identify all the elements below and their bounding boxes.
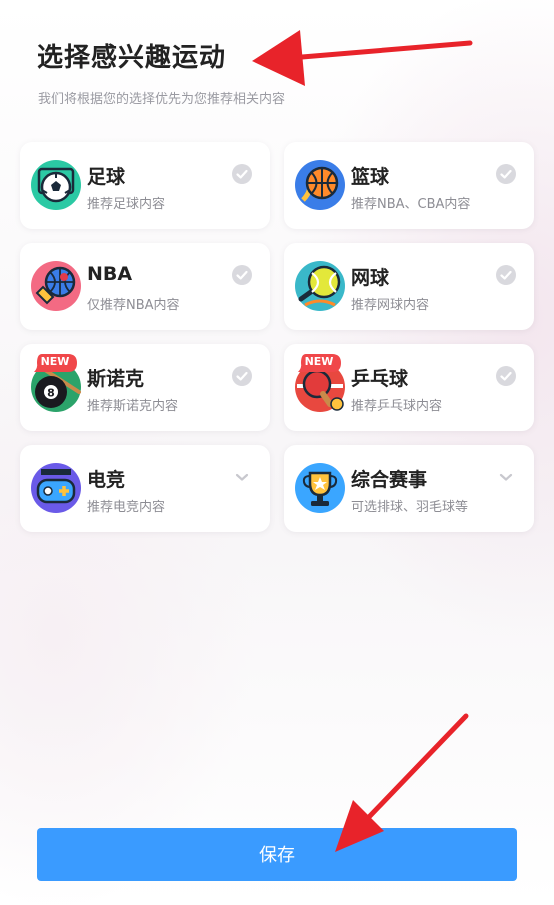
trophy-icon [295,463,345,513]
new-badge: NEW [304,355,334,368]
sport-card-soccer[interactable]: 足球 推荐足球内容 [20,142,270,229]
check-icon[interactable] [496,265,516,285]
sport-desc: 推荐网球内容 [351,298,430,313]
sport-desc: 可选排球、羽毛球等 [351,500,469,515]
sport-name: 网球 [351,267,390,289]
sport-name: 电竞 [87,469,126,491]
sport-name: 篮球 [351,166,390,188]
sport-desc: 推荐足球内容 [87,197,166,212]
nba-basketball-icon [31,261,81,311]
page-title: 选择感兴趣运动 [37,43,227,73]
page-subtitle: 我们将根据您的选择优先为您推荐相关内容 [38,92,286,107]
check-icon[interactable] [232,164,252,184]
sport-card-general[interactable]: 综合赛事 可选排球、羽毛球等 [284,445,534,532]
sport-desc: 推荐乒乓球内容 [351,399,443,414]
sport-card-tennis[interactable]: 网球 推荐网球内容 [284,243,534,330]
save-button[interactable]: 保存 [37,828,517,881]
sport-name: 斯诺克 [87,368,145,390]
new-badge: NEW [40,355,70,368]
sport-name: NBA [87,263,133,285]
sport-card-pingpong[interactable]: NEW 乒乓球 推荐乒乓球内容 [284,344,534,431]
sport-desc: 推荐斯诺克内容 [87,399,179,414]
check-icon[interactable] [232,366,252,386]
check-icon[interactable] [496,164,516,184]
sport-card-snooker[interactable]: 8 NEW 斯诺克 推荐斯诺克内容 [20,344,270,431]
sport-desc: 仅推荐NBA内容 [87,298,180,313]
check-icon[interactable] [232,265,252,285]
gamepad-icon [31,463,81,513]
sport-name: 综合赛事 [351,469,428,491]
sport-card-esports[interactable]: 电竞 推荐电竞内容 [20,445,270,532]
sport-desc: 推荐NBA、CBA内容 [351,197,471,212]
sport-card-nba[interactable]: NBA 仅推荐NBA内容 [20,243,270,330]
chevron-down-icon[interactable] [232,467,252,487]
sport-desc: 推荐电竞内容 [87,500,166,515]
arrow-head-icon [252,30,305,86]
sport-name: 足球 [87,166,126,188]
sport-card-basketball[interactable]: 篮球 推荐NBA、CBA内容 [284,142,534,229]
check-icon[interactable] [496,366,516,386]
sport-name: 乒乓球 [351,368,409,390]
svg-text:8: 8 [47,387,55,400]
tennis-ball-icon [295,261,345,311]
basketball-icon [295,160,345,210]
soccer-ball-icon [31,160,81,210]
chevron-down-icon[interactable] [496,467,516,487]
